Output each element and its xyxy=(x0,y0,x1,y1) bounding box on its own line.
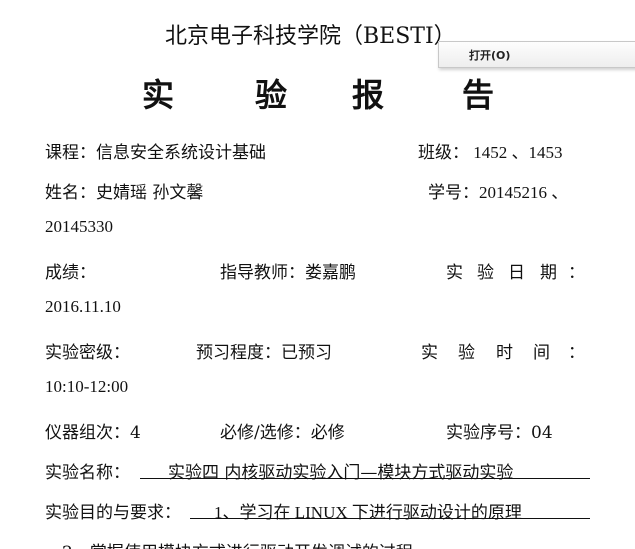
secrecy-field: 实验密级： xyxy=(45,343,130,363)
requirement-line-2: 2、掌握使用模块方式进行驱动开发调试的过程 xyxy=(62,538,413,549)
experiment-name-underline: 实验四 内核驱动实验入门—模块方式驱动实验 xyxy=(140,458,590,483)
report-heading-char-4: 告 xyxy=(462,76,495,114)
preparation-field: 预习程度：已预习 xyxy=(196,343,332,363)
experiment-name-value: 实验四 内核驱动实验入门—模块方式驱动实验 xyxy=(168,463,514,483)
report-heading-char-3: 报 xyxy=(352,76,385,114)
date-label-char-3: 日 xyxy=(508,263,525,283)
report-heading-char-2: 验 xyxy=(255,76,288,114)
grade-field: 成绩： xyxy=(45,263,96,283)
advisor-field: 指导教师：娄嘉鹏 xyxy=(220,263,356,283)
date-label-colon: ： xyxy=(568,263,585,283)
date-label-char-4: 期 xyxy=(540,263,557,283)
purpose-label: 实验目的与要求： xyxy=(45,503,181,523)
time-value: 10:10-12:00 xyxy=(45,377,129,396)
student-id-field: 学号：20145216 、 xyxy=(428,183,569,202)
required-elective-field: 必修/选修：必修 xyxy=(220,423,345,443)
instrument-group-field: 仪器组次：4 xyxy=(45,423,141,443)
document-title: 北京电子科技学院（BESTI） xyxy=(165,24,456,49)
time-label-colon: ： xyxy=(568,343,585,363)
purpose-value: 1、学习在 LINUX 下进行驱动设计的原理 xyxy=(214,503,522,522)
date-label-char-2: 验 xyxy=(477,263,494,283)
name-field: 姓名：史婧瑶 孙文馨 xyxy=(45,183,204,203)
time-label-char-4: 间 xyxy=(533,343,550,363)
class-field: 班级： 1452 、1453 xyxy=(418,143,563,162)
date-label-char-1: 实 xyxy=(446,263,463,283)
purpose-underline: 1、学习在 LINUX 下进行驱动设计的原理 xyxy=(190,498,590,522)
report-heading-char-1: 实 xyxy=(142,76,175,114)
context-menu-open-item[interactable]: 打开(O) xyxy=(469,47,510,63)
experiment-name-label: 实验名称： xyxy=(45,463,130,483)
context-menu: 打开(O) xyxy=(438,41,635,68)
course-field: 课程：信息安全系统设计基础 xyxy=(45,143,266,163)
time-label-char-1: 实 xyxy=(421,343,438,363)
time-label-char-2: 验 xyxy=(458,343,475,363)
time-label-char-3: 时 xyxy=(496,343,513,363)
student-id-continued: 20145330 xyxy=(45,217,113,236)
date-value: 2016.11.10 xyxy=(45,297,121,316)
experiment-sequence-field: 实验序号：04 xyxy=(446,423,553,443)
